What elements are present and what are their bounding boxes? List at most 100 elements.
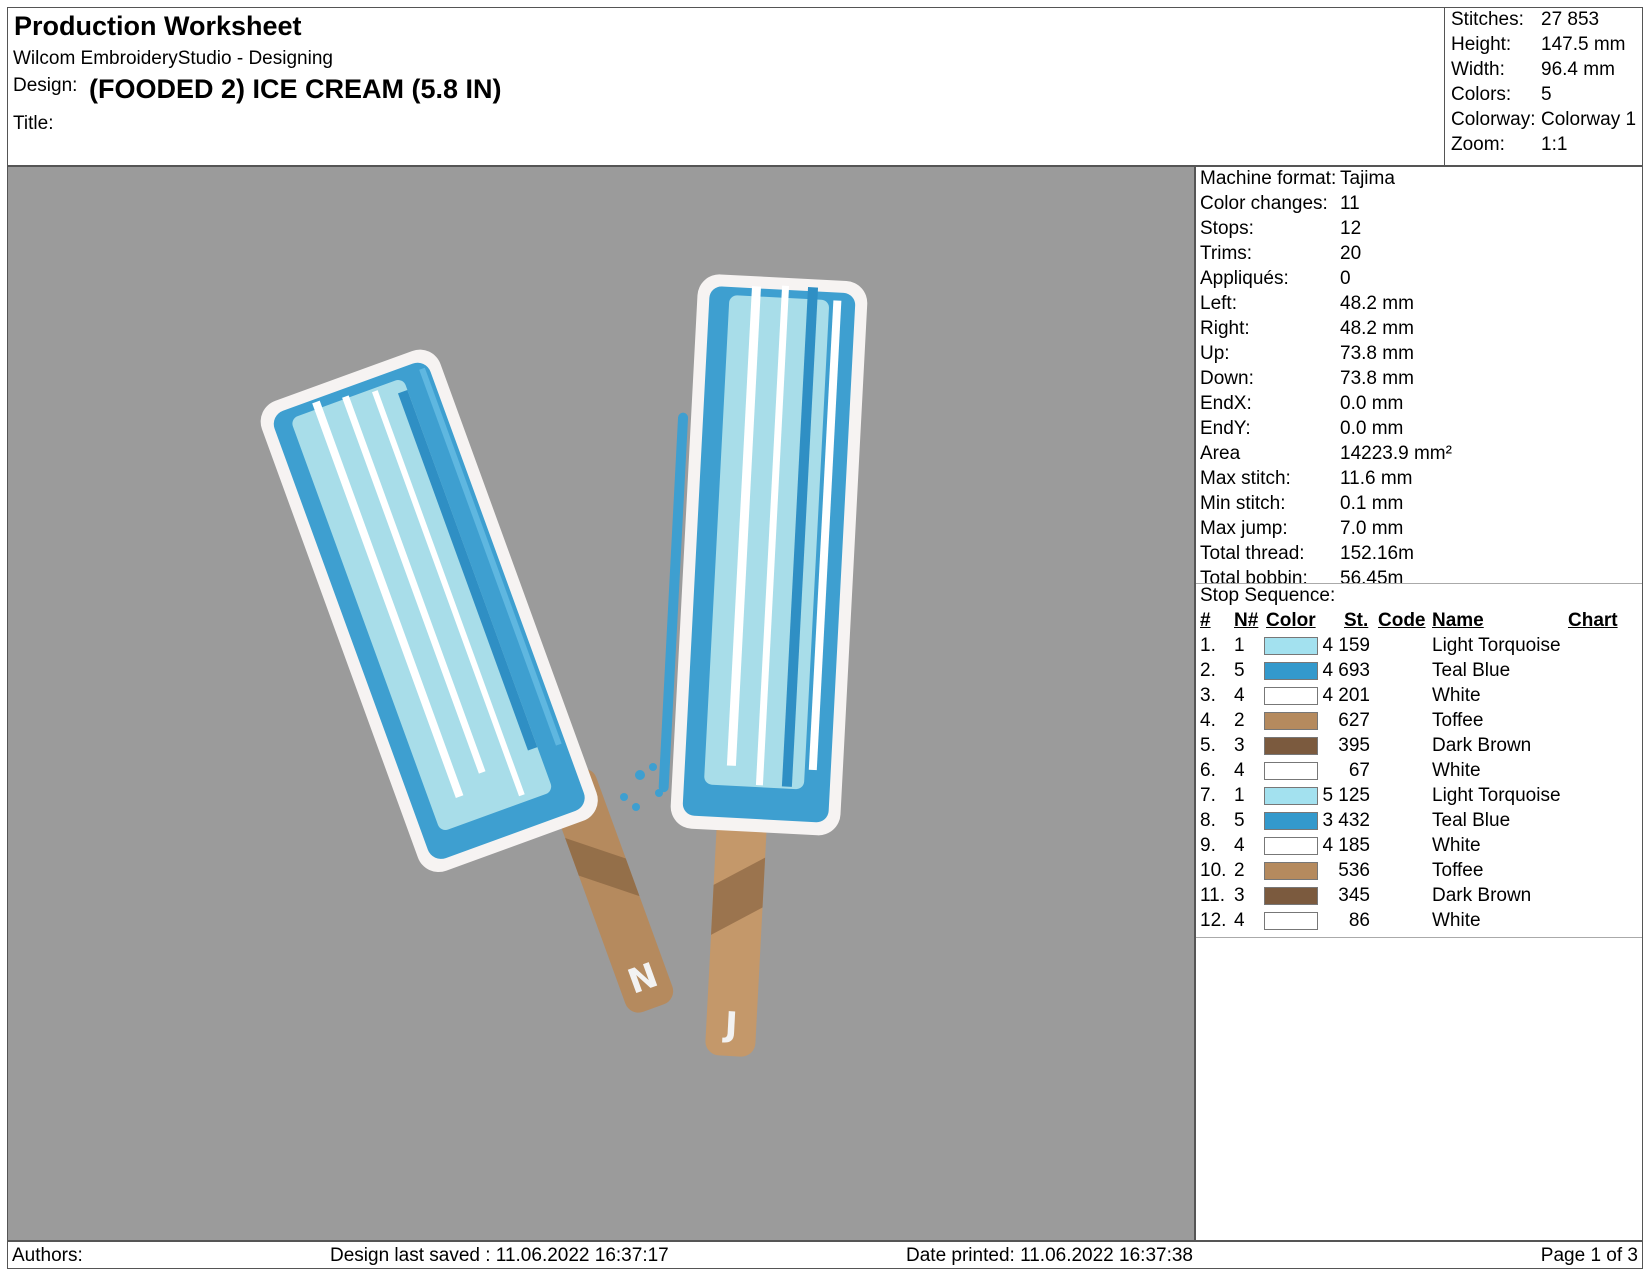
authors-label: Authors: <box>12 1245 83 1266</box>
detail-value: 152.16m <box>1340 543 1414 564</box>
worksheet-footer: Authors: Design last saved : 11.06.2022 … <box>7 1241 1643 1269</box>
stop-color-name: Teal Blue <box>1432 810 1511 831</box>
col-header-needle: N# <box>1234 610 1259 631</box>
stop-stitches: 627 <box>1338 710 1370 731</box>
stop-stitches: 3 432 <box>1322 810 1370 831</box>
summary-label: Zoom: <box>1451 134 1505 155</box>
stop-color-name: Dark Brown <box>1432 885 1532 906</box>
stop-color-name: Toffee <box>1432 710 1484 731</box>
detail-label: Left: <box>1200 293 1237 314</box>
detail-value: 0.0 mm <box>1340 393 1404 414</box>
date-printed: Date printed: 11.06.2022 16:37:38 <box>906 1245 1193 1266</box>
stop-index: 8. <box>1200 810 1216 831</box>
detail-label: EndX: <box>1200 393 1252 414</box>
detail-label: Up: <box>1200 343 1230 364</box>
detail-value: 11.6 mm <box>1340 468 1413 489</box>
stop-stitches: 345 <box>1338 885 1370 906</box>
detail-value: 0.1 mm <box>1340 493 1404 514</box>
crumbs <box>620 763 663 811</box>
header-info: Production Worksheet Wilcom EmbroiderySt… <box>8 8 1444 165</box>
page-number: Page 1 of 3 <box>1540 1245 1638 1266</box>
detail-value: Tajima <box>1340 168 1395 189</box>
stop-needle: 3 <box>1234 735 1245 756</box>
detail-label: Max stitch: <box>1200 468 1291 489</box>
stop-color-name: Light Torquoise <box>1432 635 1561 656</box>
worksheet-title: Production Worksheet <box>14 11 302 41</box>
summary-label: Height: <box>1451 34 1512 55</box>
detail-label: Max jump: <box>1200 518 1288 539</box>
detail-label: Color changes: <box>1200 193 1328 214</box>
summary-value: 1:1 <box>1541 134 1568 155</box>
summary-value: 147.5 mm <box>1541 34 1626 55</box>
stop-stitches: 395 <box>1338 735 1370 756</box>
detail-value: 20 <box>1340 243 1362 264</box>
summary-label: Colorway: <box>1451 109 1536 130</box>
summary-value: Colorway 1 <box>1541 109 1637 130</box>
detail-value: 0 <box>1340 268 1351 289</box>
last-saved: Design last saved : 11.06.2022 16:37:17 <box>330 1245 669 1266</box>
stop-index: 10. <box>1200 860 1227 881</box>
stop-stitches: 86 <box>1348 910 1370 931</box>
summary-label: Stitches: <box>1451 9 1524 30</box>
summary-value: 5 <box>1541 84 1552 105</box>
detail-label: EndY: <box>1200 418 1251 439</box>
stop-needle: 2 <box>1234 860 1245 881</box>
col-header-chart: Chart <box>1568 610 1618 631</box>
stop-stitches: 4 185 <box>1322 835 1370 856</box>
details-panel: Machine format: Tajima Color changes: 11 Sto… <box>1195 166 1643 1241</box>
stop-sequence-header: # N# Color St. Code Name Chart <box>1196 610 1642 634</box>
stop-needle: 4 <box>1234 910 1245 931</box>
stop-needle: 5 <box>1234 810 1245 831</box>
left-popsicle: N <box>260 349 674 1013</box>
stop-needle: 5 <box>1234 660 1245 681</box>
detail-label: Area <box>1200 443 1241 464</box>
stop-needle: 4 <box>1234 760 1245 781</box>
title-label: Title: <box>13 113 54 134</box>
detail-label: Stops: <box>1200 218 1254 239</box>
stop-index: 4. <box>1200 710 1216 731</box>
stop-stitches: 67 <box>1348 760 1370 781</box>
detail-value: 14223.9 mm² <box>1340 443 1452 464</box>
detail-label: Machine format: <box>1200 168 1337 189</box>
color-swatch <box>1264 737 1318 755</box>
stop-color-name: White <box>1432 685 1481 706</box>
detail-value: 48.2 mm <box>1340 318 1414 339</box>
stop-index: 11. <box>1200 885 1226 906</box>
right-popsicle: J <box>658 274 868 1057</box>
stop-needle: 1 <box>1234 635 1245 656</box>
stop-stitches: 536 <box>1338 860 1370 881</box>
stop-needle: 4 <box>1234 835 1245 856</box>
stop-stitches: 4 159 <box>1322 635 1370 656</box>
color-swatch <box>1264 887 1318 905</box>
stop-sequence-title: Stop Sequence: <box>1200 585 1336 606</box>
ice-cream-embroidery-image: N J <box>260 274 868 1057</box>
color-swatch <box>1264 712 1318 730</box>
stop-stitches: 4 201 <box>1322 685 1370 706</box>
detail-label: Appliqués: <box>1200 268 1289 289</box>
color-swatch <box>1264 662 1318 680</box>
stop-needle: 4 <box>1234 685 1245 706</box>
stop-needle: 1 <box>1234 785 1245 806</box>
stop-color-name: Toffee <box>1432 860 1484 881</box>
stop-index: 5. <box>1200 735 1216 756</box>
detail-value: 11 <box>1340 193 1360 214</box>
stop-stitches: 4 693 <box>1322 660 1370 681</box>
color-swatch <box>1264 762 1318 780</box>
detail-value: 7.0 mm <box>1340 518 1404 539</box>
color-swatch <box>1264 837 1318 855</box>
crumb <box>635 770 645 780</box>
detail-value: 73.8 mm <box>1340 368 1414 389</box>
detail-value: 73.8 mm <box>1340 343 1414 364</box>
col-header-index: # <box>1200 610 1211 631</box>
detail-value: 12 <box>1340 218 1362 239</box>
color-swatch <box>1264 787 1318 805</box>
stop-needle: 3 <box>1234 885 1245 906</box>
crumb <box>620 793 628 801</box>
detail-label: Total thread: <box>1200 543 1305 564</box>
col-header-code: Code <box>1378 610 1426 631</box>
stop-color-name: White <box>1432 910 1481 931</box>
stop-index: 2. <box>1200 660 1216 681</box>
stop-color-name: Dark Brown <box>1432 735 1532 756</box>
detail-label: Trims: <box>1200 243 1253 264</box>
color-swatch <box>1264 862 1318 880</box>
